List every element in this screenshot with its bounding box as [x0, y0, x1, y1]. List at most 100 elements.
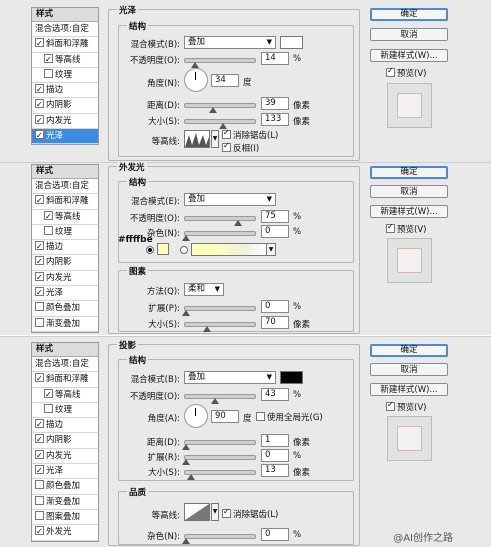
checkbox-icon[interactable]: [44, 210, 53, 224]
size-slider[interactable]: [184, 119, 256, 129]
style-item-stroke[interactable]: 描边: [32, 418, 98, 434]
style-item-pattern-overlay[interactable]: 图案叠加: [32, 510, 98, 526]
opacity-input[interactable]: 43: [261, 388, 289, 401]
ok-button[interactable]: 确定: [370, 8, 448, 21]
size-slider[interactable]: [184, 470, 256, 480]
checkbox-icon[interactable]: [35, 525, 44, 539]
noise-slider[interactable]: [182, 231, 256, 241]
distance-input[interactable]: 39: [261, 97, 289, 110]
checkbox-icon[interactable]: [35, 240, 44, 254]
blend-options-item[interactable]: 混合选项:自定: [32, 22, 98, 38]
style-item-texture[interactable]: 纹理: [32, 225, 98, 241]
blend-options-item[interactable]: 混合选项:自定: [32, 357, 98, 373]
contour-dropdown[interactable]: ▼: [211, 130, 219, 148]
style-item-inner-glow[interactable]: 内发光: [32, 114, 98, 130]
distance-slider[interactable]: [182, 440, 256, 450]
solid-color-radio[interactable]: [146, 246, 154, 254]
contour-preview[interactable]: [184, 130, 210, 148]
style-item-gradient-overlay[interactable]: 渐变叠加: [32, 495, 98, 510]
checkbox-icon[interactable]: [35, 129, 44, 143]
gradient-dropdown[interactable]: ▼: [266, 243, 276, 256]
opacity-slider[interactable]: [184, 216, 256, 226]
angle-input[interactable]: 90: [211, 410, 239, 423]
new-style-button[interactable]: 新建样式(W)...: [370, 49, 448, 62]
style-item-satin[interactable]: 光泽: [32, 464, 98, 480]
checkbox-icon[interactable]: [35, 433, 44, 447]
checkbox-icon[interactable]: [35, 418, 44, 432]
slider-thumb[interactable]: [182, 459, 190, 465]
size-input[interactable]: 70: [261, 316, 289, 329]
style-item-bevel[interactable]: 斜面和浮雕: [32, 194, 98, 210]
noise-input[interactable]: 0: [261, 225, 289, 238]
style-item-contour[interactable]: 等高线: [32, 388, 98, 403]
checkbox-icon[interactable]: [35, 449, 44, 463]
checkbox-icon[interactable]: [44, 53, 53, 67]
new-style-button[interactable]: 新建样式(W)...: [370, 205, 448, 218]
style-item-bevel[interactable]: 斜面和浮雕: [32, 37, 98, 53]
new-style-button[interactable]: 新建样式(W)...: [370, 383, 448, 396]
styles-header[interactable]: 样式: [32, 343, 98, 357]
size-input[interactable]: 133: [261, 113, 289, 126]
style-item-gradient-overlay[interactable]: 渐变叠加: [32, 317, 98, 332]
slider-thumb[interactable]: [182, 235, 190, 241]
distance-input[interactable]: 1: [261, 434, 289, 447]
checkbox-icon[interactable]: [386, 222, 395, 233]
style-item-inner-glow[interactable]: 内发光: [32, 449, 98, 465]
preview-checkbox[interactable]: 预览(V): [386, 400, 426, 413]
style-item-satin[interactable]: 光泽: [32, 129, 98, 145]
slider-thumb[interactable]: [182, 444, 190, 450]
slider-thumb[interactable]: [209, 107, 217, 113]
ok-button[interactable]: 确定: [370, 166, 448, 179]
style-item-inner-shadow[interactable]: 内阴影: [32, 255, 98, 271]
glow-gradient-picker[interactable]: [191, 243, 267, 256]
antialias-checkbox[interactable]: 消除锯齿(L): [222, 128, 278, 141]
checkbox-icon[interactable]: [35, 302, 44, 312]
opacity-slider[interactable]: [184, 394, 256, 404]
style-item-texture[interactable]: 纹理: [32, 403, 98, 419]
checkbox-icon[interactable]: [35, 286, 44, 300]
angle-dial[interactable]: [184, 68, 208, 92]
blend-mode-select[interactable]: 叠加 ▼: [184, 371, 276, 384]
checkbox-icon[interactable]: [35, 464, 44, 478]
blend-mode-select[interactable]: 叠加 ▼: [184, 36, 276, 49]
cancel-button[interactable]: 取消: [370, 363, 448, 376]
slider-thumb[interactable]: [187, 474, 195, 480]
style-item-stroke[interactable]: 描边: [32, 240, 98, 256]
angle-input[interactable]: 34: [211, 74, 239, 87]
spread-slider[interactable]: [182, 306, 256, 316]
spread-input[interactable]: 0: [261, 300, 289, 313]
preview-checkbox[interactable]: 预览(V): [386, 222, 426, 235]
slider-thumb[interactable]: [203, 326, 211, 332]
contour-dropdown[interactable]: ▼: [211, 503, 219, 521]
style-item-bevel[interactable]: 斜面和浮雕: [32, 372, 98, 388]
cancel-button[interactable]: 取消: [370, 28, 448, 41]
style-item-outer-glow[interactable]: 外发光: [32, 525, 98, 541]
noise-slider[interactable]: [182, 534, 256, 544]
checkbox-icon[interactable]: [35, 37, 44, 51]
checkbox-icon[interactable]: [35, 98, 44, 112]
checkbox-icon[interactable]: [44, 403, 53, 413]
checkbox-icon[interactable]: [386, 400, 395, 411]
gloss-color-swatch[interactable]: [280, 36, 303, 49]
style-item-contour[interactable]: 等高线: [32, 210, 98, 225]
gradient-radio[interactable]: [180, 246, 188, 254]
checkbox-icon[interactable]: [35, 114, 44, 128]
blend-options-item[interactable]: 混合选项:自定: [32, 179, 98, 195]
ok-button[interactable]: 确定: [370, 344, 448, 357]
size-slider[interactable]: [184, 322, 256, 332]
antialias-checkbox[interactable]: 消除锯齿(L): [222, 507, 278, 520]
checkbox-icon[interactable]: [222, 128, 231, 139]
glow-color-swatch[interactable]: [157, 243, 169, 255]
style-item-inner-shadow[interactable]: 内阴影: [32, 433, 98, 449]
checkbox-icon[interactable]: [44, 225, 53, 235]
slider-thumb[interactable]: [182, 310, 190, 316]
checkbox-icon[interactable]: [386, 66, 395, 77]
angle-dial[interactable]: [184, 404, 208, 428]
slider-thumb[interactable]: [234, 220, 242, 226]
spread-slider[interactable]: [182, 455, 256, 465]
spread-input[interactable]: 0: [261, 449, 289, 462]
global-light-checkbox[interactable]: 使用全局光(G): [256, 411, 323, 423]
distance-slider[interactable]: [184, 103, 256, 113]
checkbox-icon[interactable]: [35, 194, 44, 208]
checkbox-icon[interactable]: [44, 68, 53, 78]
